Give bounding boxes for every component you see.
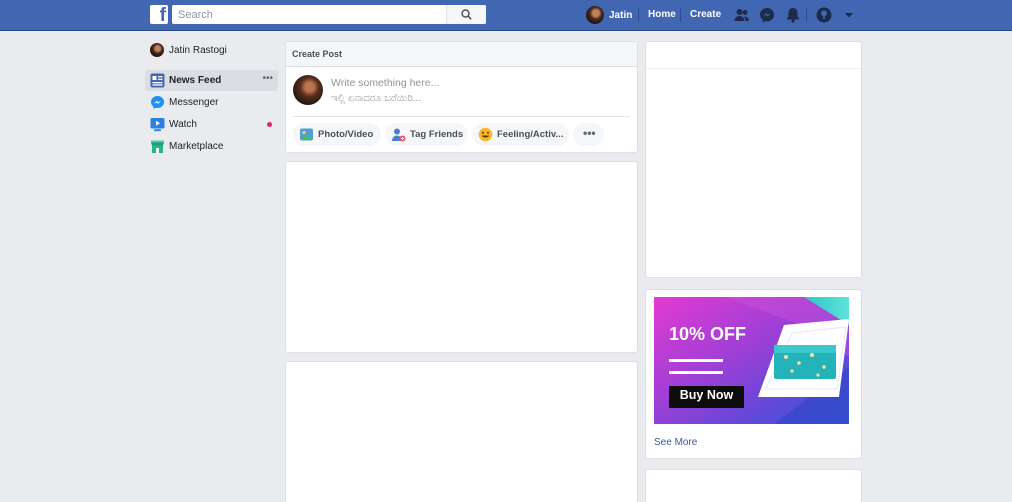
sidebar-item-label: Marketplace (169, 141, 224, 152)
chevron-down-icon[interactable] (840, 6, 858, 24)
create-post-title: Create Post (292, 49, 343, 59)
create-post-card: Create Post Write something here... ಇಲ್ಲ… (285, 41, 638, 153)
sidebar-item-label: Watch (169, 119, 197, 130)
avatar (150, 43, 164, 57)
ad-image (654, 297, 849, 424)
friends-icon[interactable] (733, 6, 751, 24)
photo-video-icon (300, 128, 313, 141)
create-post-header: Create Post (286, 42, 637, 67)
search-box (172, 5, 486, 24)
sidebar-profile-name: Jatin Rastogi (169, 44, 227, 56)
photo-video-button[interactable]: Photo/Video (293, 123, 381, 146)
see-more-link[interactable]: See More (654, 437, 697, 448)
post-input-placeholder-kannada[interactable]: ಇಲ್ಲಿ ಏನಾದರೂ ಬರೆಯಿರಿ... (331, 93, 421, 104)
avatar (293, 75, 323, 105)
nav-divider (806, 8, 807, 22)
tag-friends-label: Tag Friends (410, 129, 464, 140)
notifications-icon[interactable] (784, 6, 802, 24)
facebook-logo-icon[interactable]: f (150, 5, 168, 24)
messenger-icon (151, 96, 164, 109)
news-feed-icon (150, 73, 165, 88)
post-input-placeholder[interactable]: Write something here... (331, 77, 439, 89)
watch-icon (150, 118, 165, 132)
divider (293, 116, 630, 117)
profile-name: Jatin (609, 9, 633, 21)
profile-link[interactable]: Jatin (586, 5, 632, 25)
more-actions-button[interactable]: ••• (573, 123, 604, 146)
avatar (586, 6, 604, 24)
help-icon[interactable] (815, 6, 833, 24)
sponsored-ad-card: 10% OFF Buy Now See More (645, 289, 862, 459)
feeling-icon (478, 127, 493, 142)
feeling-activity-button[interactable]: Feeling/Activ... (472, 123, 569, 146)
sidebar-item-messenger[interactable]: Messenger (145, 92, 278, 113)
sidebar-item-marketplace[interactable]: Marketplace (145, 136, 278, 157)
ad-headline: 10% OFF (669, 324, 747, 344)
divider (646, 68, 861, 69)
photo-video-label: Photo/Video (318, 129, 374, 140)
sidebar-item-watch[interactable]: Watch (145, 114, 278, 135)
search-input[interactable] (178, 7, 448, 22)
feed-post-card (285, 361, 638, 502)
ad-buy-now-button[interactable]: Buy Now (669, 388, 744, 402)
ad-banner[interactable]: 10% OFF Buy Now (654, 297, 849, 424)
tag-friends-icon (392, 128, 406, 142)
more-icon: ••• (583, 126, 596, 140)
more-options-icon[interactable]: ••• (262, 73, 273, 84)
marketplace-icon (151, 140, 164, 153)
nav-divider (680, 8, 681, 22)
nav-divider (638, 8, 639, 22)
search-icon (461, 9, 472, 20)
home-link[interactable]: Home (648, 9, 676, 20)
notification-badge (267, 122, 272, 127)
sidebar-item-label: Messenger (169, 97, 219, 108)
right-rail-card (645, 41, 862, 278)
sidebar-profile-link[interactable]: Jatin Rastogi (150, 43, 227, 57)
top-navigation-bar: f Jatin Home Create (0, 0, 1012, 31)
tag-friends-button[interactable]: Tag Friends (385, 123, 468, 146)
right-rail-card (645, 469, 862, 502)
feeling-activity-label: Feeling/Activ... (497, 129, 564, 140)
feed-post-card (285, 161, 638, 353)
sidebar-item-news-feed[interactable]: News Feed ••• (145, 70, 278, 91)
messenger-icon[interactable] (758, 6, 776, 24)
create-link[interactable]: Create (690, 9, 721, 20)
search-button[interactable] (446, 5, 486, 24)
sidebar-item-label: News Feed (169, 75, 222, 86)
